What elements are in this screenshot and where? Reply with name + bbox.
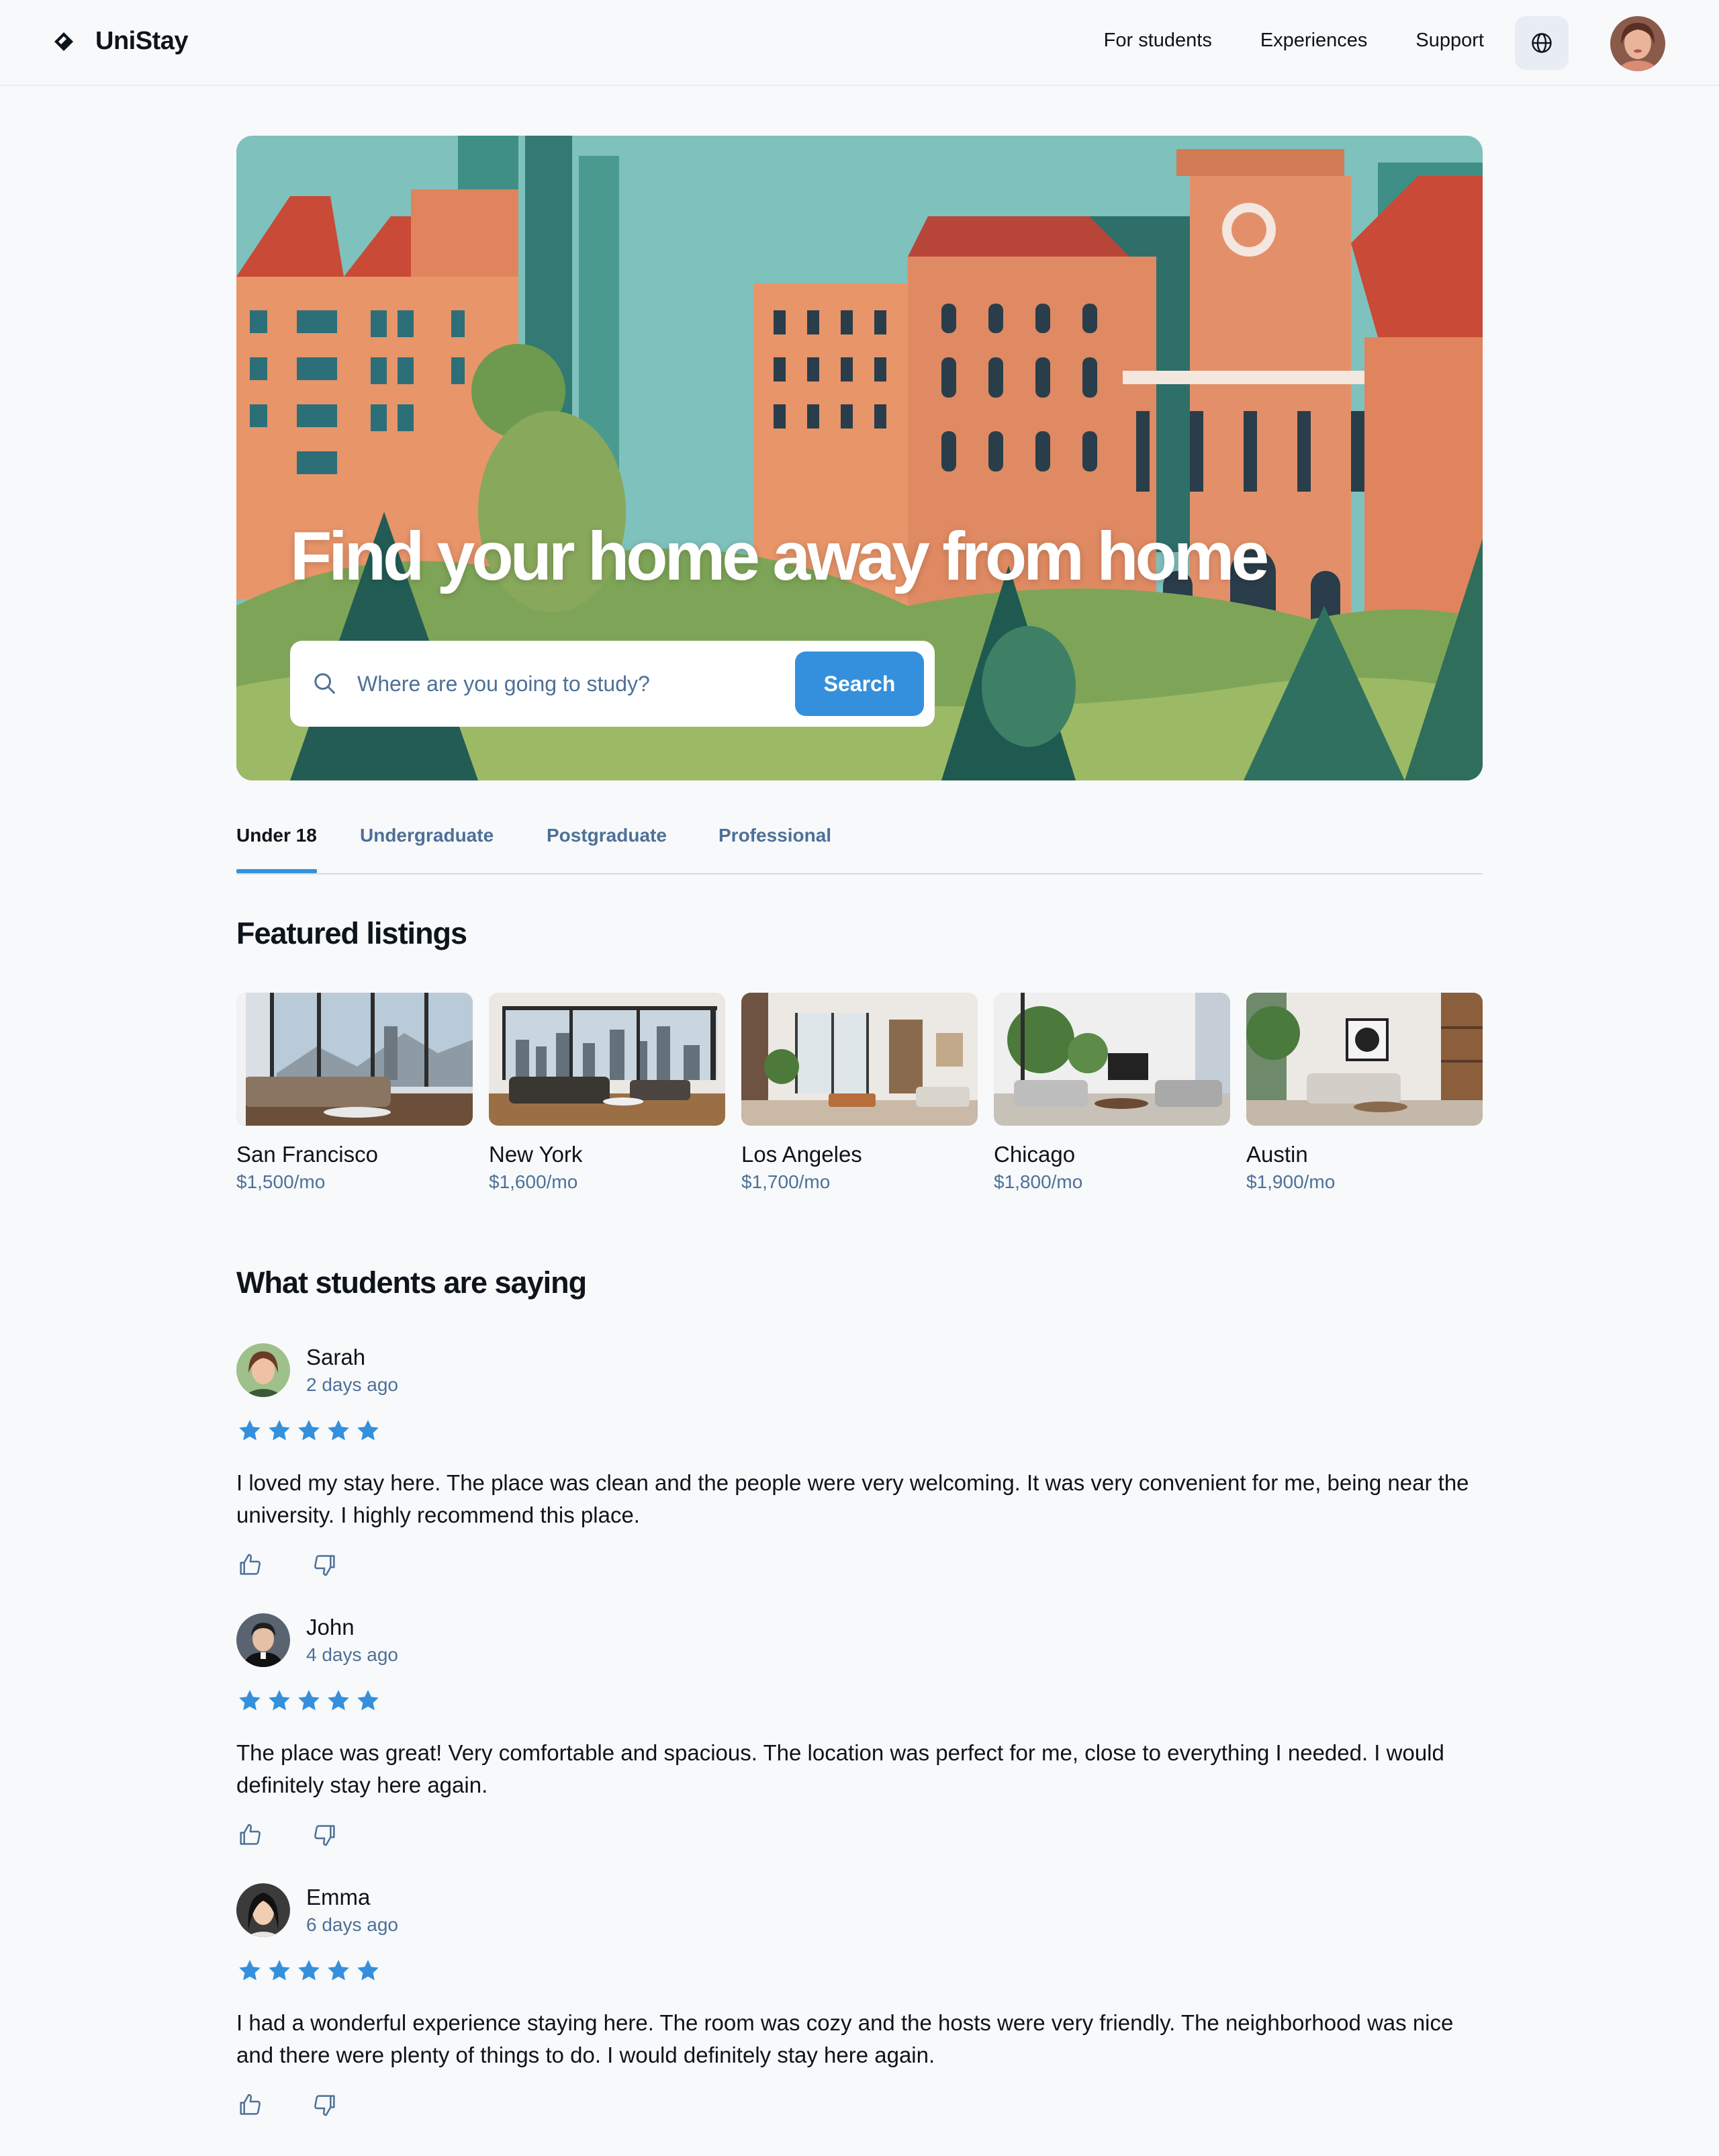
star-icon bbox=[269, 1420, 290, 1441]
thumbs-down-icon[interactable] bbox=[312, 1822, 338, 1848]
nav-for-students[interactable]: For students bbox=[1104, 30, 1212, 52]
listing-city: Los Angeles bbox=[741, 1142, 862, 1167]
listing-city: San Francisco bbox=[236, 1142, 378, 1167]
tab-undergraduate[interactable]: Undergraduate bbox=[360, 825, 494, 846]
language-button[interactable] bbox=[1515, 16, 1569, 70]
listing-city: New York bbox=[489, 1142, 583, 1167]
review-text: I had a wonderful experience staying her… bbox=[236, 2010, 1454, 2067]
tab-postgraduate[interactable]: Postgraduate bbox=[547, 825, 667, 846]
nav-support[interactable]: Support bbox=[1415, 30, 1484, 52]
listing-photo bbox=[1246, 993, 1483, 1126]
listing-card[interactable]: Los Angeles $1,700/mo bbox=[741, 993, 978, 1193]
featured-title: Featured listings bbox=[236, 916, 467, 950]
star-icon bbox=[269, 1960, 290, 1981]
listing-card[interactable]: Chicago $1,800/mo bbox=[994, 993, 1230, 1193]
star-icon bbox=[298, 1960, 320, 1981]
avatar-portrait bbox=[1610, 16, 1665, 71]
top-header: UniStay For students Experiences Support bbox=[0, 0, 1719, 86]
reviews-title: What students are saying bbox=[236, 1265, 587, 1300]
hero-banner: Find your home away from home Search bbox=[236, 136, 1483, 780]
star-rating bbox=[236, 1687, 381, 1714]
listing-card[interactable]: San Francisco $1,500/mo bbox=[236, 993, 473, 1193]
star-icon bbox=[357, 1420, 379, 1441]
hero-title: Find your home away from home bbox=[290, 518, 1269, 594]
audience-tabs: Under 18 Undergraduate Postgraduate Prof… bbox=[236, 807, 1483, 874]
main-nav: For students Experiences Support bbox=[1104, 30, 1484, 52]
reviewer-avatar bbox=[236, 1613, 290, 1667]
review-feedback bbox=[236, 2092, 338, 2118]
review-date: 2 days ago bbox=[306, 1374, 398, 1395]
star-icon bbox=[357, 1690, 379, 1711]
magnifier-icon bbox=[314, 673, 335, 694]
listing-price: $1,800/mo bbox=[994, 1171, 1083, 1192]
reviewer-name: John bbox=[306, 1615, 355, 1640]
brand-name: UniStay bbox=[95, 27, 188, 55]
review-date: 4 days ago bbox=[306, 1644, 398, 1665]
thumbs-down-icon[interactable] bbox=[312, 2092, 338, 2118]
search-bar: Search bbox=[290, 641, 935, 727]
star-rating bbox=[236, 1957, 381, 1984]
active-tab-indicator bbox=[236, 869, 317, 873]
star-icon bbox=[239, 1960, 261, 1981]
star-icon bbox=[328, 1960, 349, 1981]
listing-photo bbox=[489, 993, 725, 1126]
star-icon bbox=[239, 1690, 261, 1711]
search-button[interactable]: Search bbox=[795, 652, 924, 716]
listing-photo bbox=[741, 993, 978, 1126]
listing-city: Chicago bbox=[994, 1142, 1076, 1167]
brand-logo[interactable]: UniStay bbox=[52, 27, 188, 56]
tab-professional[interactable]: Professional bbox=[718, 825, 831, 846]
star-icon bbox=[239, 1420, 261, 1441]
star-icon bbox=[328, 1690, 349, 1711]
review-text: I loved my stay here. The place was clea… bbox=[236, 1470, 1469, 1527]
review-feedback bbox=[236, 1552, 338, 1578]
listing-price: $1,700/mo bbox=[741, 1171, 831, 1192]
user-avatar[interactable] bbox=[1610, 16, 1665, 71]
listing-price: $1,500/mo bbox=[236, 1171, 326, 1192]
search-input[interactable] bbox=[357, 661, 774, 707]
listing-photo bbox=[236, 993, 473, 1126]
star-icon bbox=[298, 1420, 320, 1441]
globe-icon bbox=[1532, 33, 1552, 53]
thumbs-up-icon[interactable] bbox=[236, 2092, 263, 2118]
star-icon bbox=[269, 1690, 290, 1711]
thumbs-up-icon[interactable] bbox=[236, 1552, 263, 1578]
star-icon bbox=[298, 1690, 320, 1711]
diamond-logo-icon bbox=[54, 32, 73, 51]
star-icon bbox=[357, 1960, 379, 1981]
reviewer-avatar bbox=[236, 1883, 290, 1937]
star-icon bbox=[328, 1420, 349, 1441]
nav-experiences[interactable]: Experiences bbox=[1260, 30, 1368, 52]
listing-card[interactable]: New York $1,600/mo bbox=[489, 993, 725, 1193]
reviewer-name: Emma bbox=[306, 1885, 371, 1910]
listing-card[interactable]: Austin $1,900/mo bbox=[1246, 993, 1483, 1193]
listing-price: $1,900/mo bbox=[1246, 1171, 1336, 1192]
review-text: The place was great! Very comfortable an… bbox=[236, 1740, 1444, 1797]
star-rating bbox=[236, 1417, 381, 1444]
listing-photo bbox=[994, 993, 1230, 1126]
review-feedback bbox=[236, 1822, 338, 1848]
review-date: 6 days ago bbox=[306, 1914, 398, 1935]
reviewer-name: Sarah bbox=[306, 1345, 366, 1369]
listing-city: Austin bbox=[1246, 1142, 1308, 1167]
tab-under-18[interactable]: Under 18 bbox=[236, 825, 317, 846]
thumbs-up-icon[interactable] bbox=[236, 1822, 263, 1848]
listing-price: $1,600/mo bbox=[489, 1171, 578, 1192]
reviewer-avatar bbox=[236, 1343, 290, 1397]
thumbs-down-icon[interactable] bbox=[312, 1552, 338, 1578]
